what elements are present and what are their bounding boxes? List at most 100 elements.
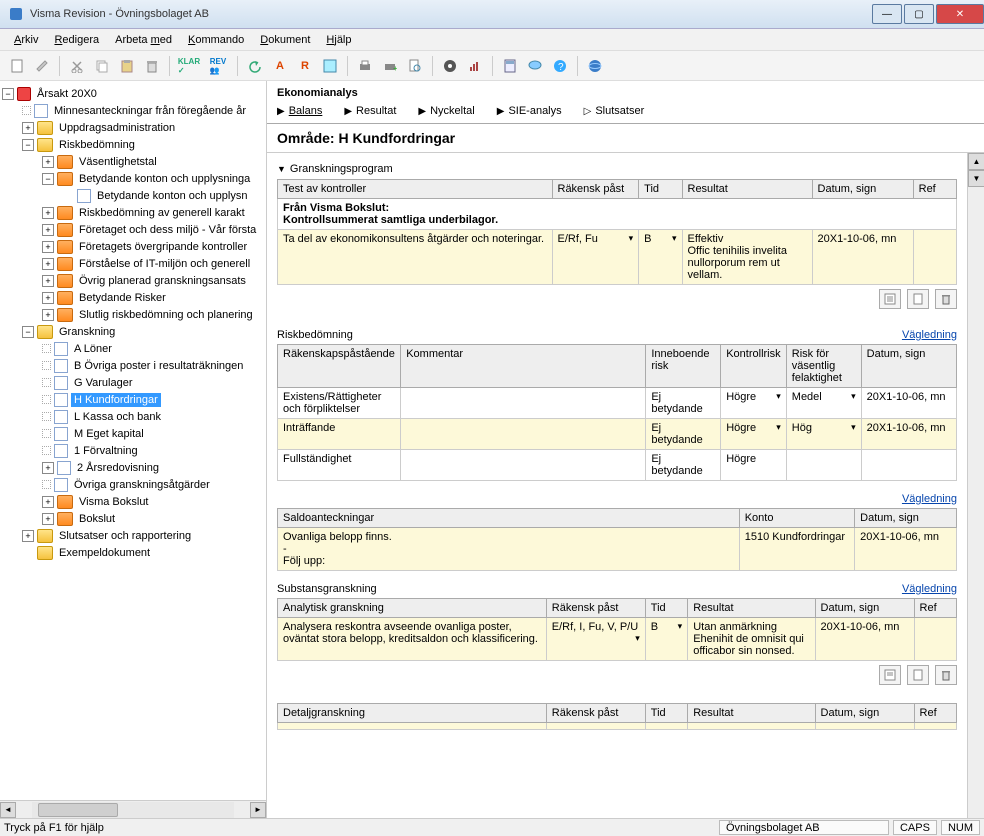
tab-sie[interactable]: ▶SIE-analys <box>497 105 562 117</box>
tree-item[interactable]: B Övriga poster i resultaträkningen <box>0 357 266 374</box>
delete-icon[interactable] <box>141 55 163 77</box>
tree-item[interactable]: L Kassa och bank <box>0 408 266 425</box>
vagledning-link[interactable]: Vägledning <box>902 329 957 341</box>
scroll-down-icon[interactable]: ▼ <box>968 170 984 187</box>
menu-kommando[interactable]: Kommando <box>184 32 248 48</box>
copy-icon[interactable] <box>91 55 113 77</box>
table-row[interactable]: Analysera reskontra avseende ovanliga po… <box>278 618 957 661</box>
tab-slutsatser[interactable]: ▷Slutsatser <box>584 105 645 117</box>
tree-item[interactable]: +Visma Bokslut <box>0 493 266 510</box>
tree-item[interactable]: +Uppdragsadministration <box>0 119 266 136</box>
print-icon[interactable] <box>354 55 376 77</box>
table-row[interactable]: Från Visma Bokslut: Kontrollsummerat sam… <box>278 199 957 230</box>
tree-item[interactable]: +Riskbedömning av generell karakt <box>0 204 266 221</box>
tree-item[interactable]: G Varulager <box>0 374 266 391</box>
expand-icon[interactable]: + <box>22 530 34 542</box>
content-vscrollbar[interactable]: ▲ ▼ <box>967 153 984 818</box>
tree-item[interactable]: +Förståelse of IT-miljön och generell <box>0 255 266 272</box>
expand-icon[interactable]: + <box>42 224 54 236</box>
calc-icon[interactable] <box>499 55 521 77</box>
expand-icon[interactable]: + <box>42 292 54 304</box>
tree-item[interactable]: Betydande konton och upplysn <box>0 187 266 204</box>
new-button[interactable] <box>907 665 929 685</box>
expand-icon[interactable]: + <box>22 122 34 134</box>
tree-item[interactable]: +Övrig planerad granskningsansats <box>0 272 266 289</box>
menu-dokument[interactable]: Dokument <box>256 32 314 48</box>
expand-icon[interactable]: + <box>42 258 54 270</box>
expand-icon[interactable]: + <box>42 241 54 253</box>
tree-item-selected[interactable]: H Kundfordringar <box>0 391 266 408</box>
scroll-thumb[interactable] <box>38 803 118 817</box>
cut-icon[interactable] <box>66 55 88 77</box>
chart-icon[interactable] <box>464 55 486 77</box>
paste-icon[interactable] <box>116 55 138 77</box>
scroll-up-icon[interactable]: ▲ <box>968 153 984 170</box>
table-row[interactable]: Ta del av ekonomikonsultens åtgärder och… <box>278 230 957 285</box>
tree-item[interactable]: 1 Förvaltning <box>0 442 266 459</box>
menu-arbeta-med[interactable]: Arbeta med <box>111 32 176 48</box>
undo-icon[interactable] <box>244 55 266 77</box>
rev-icon[interactable]: REV👥 <box>205 55 231 77</box>
preview-icon[interactable] <box>404 55 426 77</box>
tree-item[interactable]: Övriga granskningsåtgärder <box>0 476 266 493</box>
minimize-button[interactable]: — <box>872 4 902 24</box>
vagledning-link[interactable]: Vägledning <box>902 493 957 505</box>
tree-item[interactable]: Exempeldokument <box>0 544 266 561</box>
tree-item[interactable]: Minnesanteckningar från föregående år <box>0 102 266 119</box>
new-icon[interactable] <box>6 55 28 77</box>
tree-item[interactable]: M Eget kapital <box>0 425 266 442</box>
menu-arkiv[interactable]: Arkiv <box>10 32 42 48</box>
tree-item[interactable]: +Slutlig riskbedömning och planering <box>0 306 266 323</box>
tree-item[interactable]: −Riskbedömning <box>0 136 266 153</box>
print-plus-icon[interactable]: + <box>379 55 401 77</box>
tree-hscrollbar[interactable]: ◄ ► <box>0 800 266 818</box>
new-button[interactable] <box>907 289 929 309</box>
scroll-right-icon[interactable]: ► <box>250 802 266 818</box>
expand-icon[interactable]: + <box>42 513 54 525</box>
edit-icon[interactable] <box>31 55 53 77</box>
globe-icon[interactable] <box>584 55 606 77</box>
expand-icon[interactable]: + <box>42 309 54 321</box>
task-r-icon[interactable]: R <box>294 55 316 77</box>
task-a-icon[interactable]: A <box>269 55 291 77</box>
program-heading[interactable]: ▼ Granskningsprogram <box>277 159 957 179</box>
tab-balans[interactable]: ▶Balans <box>277 105 322 117</box>
collapse-icon[interactable]: − <box>22 139 34 151</box>
tab-nyckeltal[interactable]: ▶Nyckeltal <box>418 105 474 117</box>
tree-item[interactable]: +Väsentlighetstal <box>0 153 266 170</box>
expand-icon[interactable]: + <box>42 275 54 287</box>
list-button[interactable] <box>879 289 901 309</box>
menu-hjalp[interactable]: Hjälp <box>322 32 355 48</box>
delete-button[interactable] <box>935 289 957 309</box>
expand-icon[interactable]: + <box>42 496 54 508</box>
expand-icon[interactable]: + <box>42 462 54 474</box>
table-row[interactable]: Existens/Rättigheter och förpliktelser E… <box>278 388 957 419</box>
table-row[interactable]: Ovanliga belopp finns. - Följ upp: 1510 … <box>278 528 957 571</box>
tree-item[interactable]: −Betydande konton och upplysninga <box>0 170 266 187</box>
expand-icon[interactable]: + <box>42 207 54 219</box>
tree-item[interactable]: +Företagets övergripande kontroller <box>0 238 266 255</box>
tree-item[interactable]: +Betydande Risker <box>0 289 266 306</box>
expand-icon[interactable]: + <box>42 156 54 168</box>
chat-icon[interactable] <box>524 55 546 77</box>
list-icon[interactable] <box>319 55 341 77</box>
disk-icon[interactable] <box>439 55 461 77</box>
collapse-icon[interactable]: − <box>42 173 54 185</box>
tree-item[interactable]: +Slutsatser och rapportering <box>0 527 266 544</box>
tree-item[interactable]: −Granskning <box>0 323 266 340</box>
tree-root[interactable]: − Årsakt 20X0 <box>0 85 266 102</box>
vagledning-link[interactable]: Vägledning <box>902 583 957 595</box>
table-row[interactable] <box>278 723 957 730</box>
collapse-icon[interactable]: − <box>2 88 14 100</box>
tree-item[interactable]: A Löner <box>0 340 266 357</box>
close-button[interactable]: ✕ <box>936 4 984 24</box>
maximize-button[interactable]: ▢ <box>904 4 934 24</box>
menu-redigera[interactable]: Redigera <box>50 32 103 48</box>
table-row[interactable]: Inträffande Ej betydande Högre▾ Hög▾ 20X… <box>278 419 957 450</box>
tree-item[interactable]: +2 Årsredovisning <box>0 459 266 476</box>
scroll-left-icon[interactable]: ◄ <box>0 802 16 818</box>
list-button[interactable] <box>879 665 901 685</box>
help-icon[interactable]: ? <box>549 55 571 77</box>
delete-button[interactable] <box>935 665 957 685</box>
tab-resultat[interactable]: ▶Resultat <box>344 105 396 117</box>
